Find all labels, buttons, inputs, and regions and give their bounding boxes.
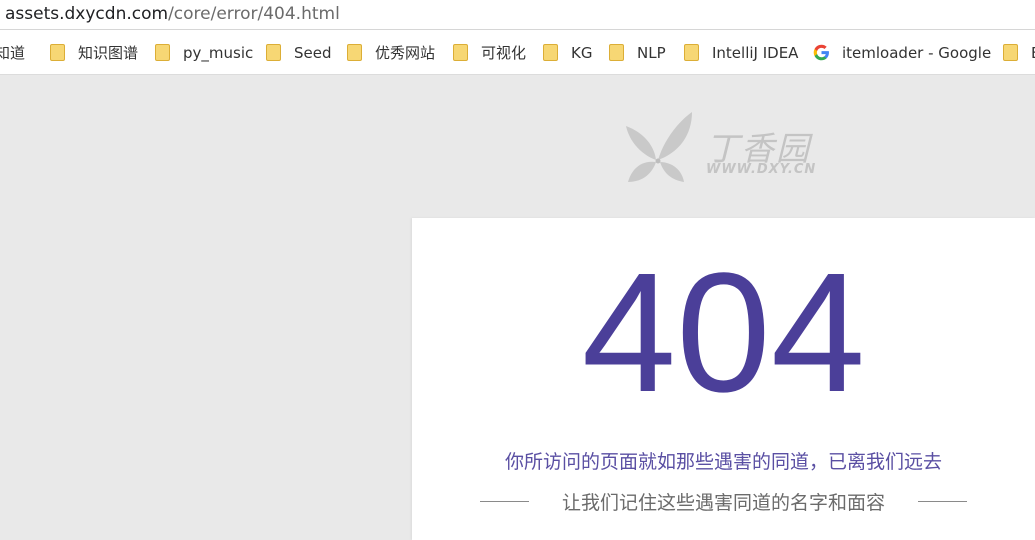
bookmark-folder[interactable]: Seed xyxy=(266,30,332,74)
dxy-logo: 丁香园 WWW.DXY.CN xyxy=(622,110,832,190)
folder-icon xyxy=(155,44,170,61)
bookmark-folder[interactable]: NLP xyxy=(609,30,666,74)
bookmark-folder[interactable]: KG xyxy=(543,30,593,74)
google-icon xyxy=(813,44,829,61)
bookmark-folder[interactable]: IntelliJ IDEA xyxy=(684,30,799,74)
folder-icon xyxy=(684,44,699,61)
folder-icon xyxy=(266,44,281,61)
bookmark-label: 知道 xyxy=(0,44,26,62)
folder-icon xyxy=(543,44,558,61)
url-path: /core/error/404.html xyxy=(168,4,340,24)
logo-url: WWW.DXY.CN xyxy=(706,162,817,177)
folder-icon xyxy=(1003,44,1018,61)
bookmark-folder[interactable]: 可视化 xyxy=(453,30,527,74)
bookmark-folder[interactable]: 优秀网站 xyxy=(347,30,436,74)
bookmark-label: KG xyxy=(571,43,593,62)
folder-icon xyxy=(609,44,624,61)
folder-icon xyxy=(50,44,65,61)
error-message: 你所访问的页面就如那些遇害的同道，已离我们远去 xyxy=(504,451,942,473)
bookmark-label: itemloader - Google xyxy=(842,43,992,62)
folder-icon xyxy=(347,44,362,61)
bookmark-folder[interactable]: B xyxy=(1003,30,1035,74)
error-code: 404 xyxy=(581,238,866,428)
url-text[interactable]: assets.dxycdn.com/core/error/404.html xyxy=(5,3,340,25)
bookmark-link[interactable]: itemloader - Google xyxy=(813,30,992,74)
divider-right xyxy=(918,500,967,502)
bookmark-label: Seed xyxy=(294,43,332,62)
bookmark-item[interactable]: 知道 xyxy=(0,30,26,74)
bookmark-folder[interactable]: py_music xyxy=(155,30,254,74)
folder-icon xyxy=(453,44,468,61)
error-card: 404 你所访问的页面就如那些遇害的同道，已离我们远去 让我们记住这些遇害同道的… xyxy=(412,218,1035,540)
bookmark-folder[interactable]: 知识图谱 xyxy=(50,30,139,74)
error-submessage-text: 让我们记住这些遇害同道的名字和面容 xyxy=(561,491,885,514)
bookmarks-bar: 知道 知识图谱 py_music Seed 优秀网站 可视化 KG NLP In… xyxy=(0,30,1035,75)
bookmark-label: 知识图谱 xyxy=(78,44,139,62)
bookmark-label: 可视化 xyxy=(481,44,527,62)
bookmark-label: B xyxy=(1031,44,1035,62)
clove-icon xyxy=(626,112,692,182)
url-host: assets.dxycdn.com xyxy=(5,4,169,24)
bookmark-label: NLP xyxy=(637,43,666,62)
bookmark-label: 优秀网站 xyxy=(375,44,436,62)
error-submessage: 让我们记住这些遇害同道的名字和面容 xyxy=(480,488,967,514)
address-bar[interactable]: assets.dxycdn.com/core/error/404.html xyxy=(0,0,1035,30)
bookmark-label: py_music xyxy=(183,43,254,62)
bookmark-label: IntelliJ IDEA xyxy=(712,43,799,62)
divider-left xyxy=(480,500,529,502)
